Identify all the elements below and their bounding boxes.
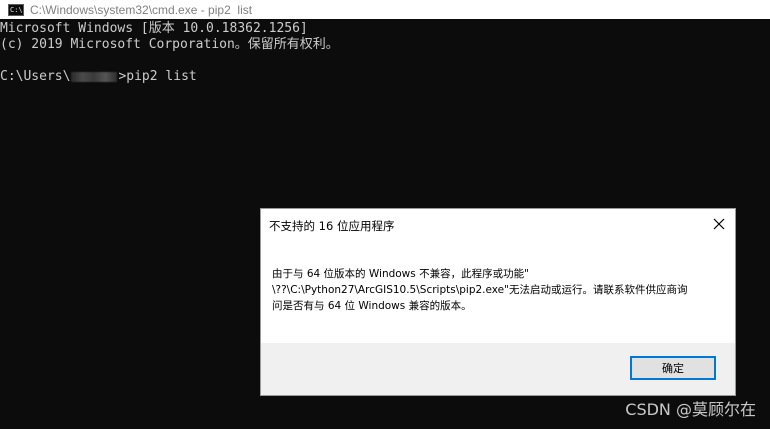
redacted-username	[71, 71, 118, 82]
prompt-prefix: C:\Users\	[0, 69, 71, 84]
dialog-message-line: 由于与 64 位版本的 Windows 不兼容，此程序或功能"	[272, 268, 529, 280]
window-titlebar: C:\ C:\Windows\system32\cmd.exe - pip2 l…	[0, 0, 770, 19]
console-line-copyright: (c) 2019 Microsoft Corporation。保留所有权利。	[0, 37, 339, 52]
prompt-command: >pip2 list	[118, 69, 197, 84]
close-icon[interactable]	[711, 216, 727, 232]
dialog-message: 由于与 64 位版本的 Windows 不兼容，此程序或功能" \??\C:\P…	[272, 266, 727, 314]
watermark: CSDN @莫顾尔在	[625, 400, 756, 419]
dialog-message-line: \??\C:\Python27\ArcGIS10.5\Scripts\pip2.…	[272, 284, 688, 296]
dialog-title: 不支持的 16 位应用程序	[269, 219, 395, 233]
dialog-footer: 确定	[261, 343, 735, 395]
console-icon[interactable]: C:\	[8, 3, 24, 16]
window-title: C:\Windows\system32\cmd.exe - pip2 list	[30, 2, 253, 17]
console-line-version: Microsoft Windows [版本 10.0.18362.1256]	[0, 21, 308, 36]
ok-button[interactable]: 确定	[630, 356, 716, 380]
console-prompt-line: C:\Users\ >pip2 list	[0, 69, 197, 85]
dialog-message-line: 问是否有与 64 位 Windows 兼容的版本。	[272, 300, 472, 312]
error-dialog: 不支持的 16 位应用程序 由于与 64 位版本的 Windows 不兼容，此程…	[260, 208, 736, 396]
